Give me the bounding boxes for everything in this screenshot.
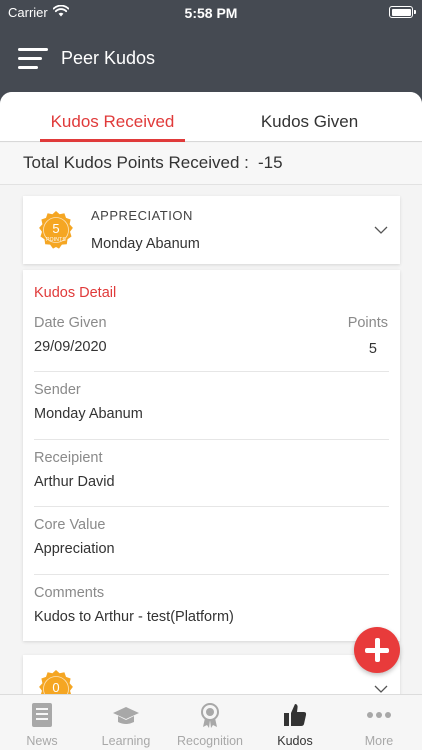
kudos-card[interactable]: 0 (23, 655, 400, 694)
graduation-cap-icon (112, 701, 140, 729)
news-icon (28, 701, 56, 729)
kudos-sender-name: Monday Abanum (91, 236, 200, 252)
points-value: 5 (368, 341, 377, 357)
date-given-field: Date Given 29/09/2020 (34, 315, 389, 355)
comments-label: Comments (34, 585, 105, 601)
tab-news[interactable]: News (0, 695, 84, 750)
divider (34, 371, 389, 372)
date-given-label: Date Given (34, 315, 107, 331)
tab-learning[interactable]: Learning (84, 695, 168, 750)
menu-icon[interactable] (18, 46, 48, 70)
tab-more[interactable]: More (337, 695, 421, 750)
date-given-value: 29/09/2020 (34, 339, 107, 355)
add-kudos-button[interactable] (354, 627, 400, 673)
app-header: Peer Kudos (0, 26, 422, 92)
recipient-label: Receipient (34, 450, 103, 466)
total-points-row: Total Kudos Points Received : -15 (0, 143, 422, 185)
thumbs-up-icon (281, 701, 309, 729)
core-value-label: Core Value (34, 517, 106, 533)
badge-points-value: 0 (52, 680, 60, 694)
core-value-value: Appreciation (34, 541, 115, 557)
divider (34, 506, 389, 507)
divider (34, 439, 389, 440)
total-points-value: -15 (258, 153, 283, 172)
badge-points-caption: POINTS (46, 237, 66, 243)
tab-learning-label: Learning (101, 734, 151, 748)
comments-field: Comments Kudos to Arthur - test(Platform… (34, 585, 389, 625)
chevron-down-icon[interactable] (374, 223, 388, 237)
kudos-detail-title: Kudos Detail (34, 285, 117, 301)
points-label: Points (347, 315, 388, 331)
sender-value: Monday Abanum (34, 406, 143, 422)
chevron-down-icon[interactable] (374, 682, 388, 694)
kudos-tabs: Kudos Received Kudos Given (0, 92, 422, 142)
status-bar: Carrier 5:58 PM (0, 0, 422, 26)
tab-kudos-given[interactable]: Kudos Given (237, 92, 382, 142)
tab-more-label: More (364, 734, 394, 748)
status-time: 5:58 PM (184, 5, 238, 21)
more-dots-icon (365, 701, 393, 729)
recipient-field: Receipient Arthur David (34, 450, 389, 490)
points-badge-icon: 0 (35, 669, 77, 694)
kudos-category: APPRECIATION (91, 208, 193, 223)
badge-points-value: 5 (52, 221, 60, 236)
comments-value: Kudos to Arthur - test(Platform) (34, 609, 234, 625)
kudos-card[interactable]: 5 POINTS APPRECIATION Monday Abanum (23, 196, 400, 264)
tab-kudos[interactable]: Kudos (253, 695, 337, 750)
divider (34, 574, 389, 575)
tab-news-label: News (26, 734, 58, 748)
tab-recognition-label: Recognition (176, 734, 243, 748)
total-points-label: Total Kudos Points Received : (23, 153, 249, 172)
tab-kudos-label: Kudos (277, 734, 313, 748)
sender-label: Sender (34, 382, 81, 398)
battery-icon (389, 6, 416, 18)
sender-field: Sender Monday Abanum (34, 382, 389, 422)
recipient-value: Arthur David (34, 474, 115, 490)
core-value-field: Core Value Appreciation (34, 517, 389, 557)
tab-recognition[interactable]: Recognition (168, 695, 252, 750)
tab-kudos-received[interactable]: Kudos Received (40, 92, 185, 142)
bottom-tab-bar: News Learning Recognition Kudos More (0, 694, 422, 750)
content-sheet: Kudos Received Kudos Given Total Kudos P… (0, 92, 422, 694)
points-badge-icon: 5 POINTS (35, 210, 77, 252)
page-title: Peer Kudos (61, 48, 156, 68)
award-medal-icon (196, 701, 224, 729)
kudos-detail-panel: Kudos Detail Date Given 29/09/2020 Point… (23, 270, 400, 641)
